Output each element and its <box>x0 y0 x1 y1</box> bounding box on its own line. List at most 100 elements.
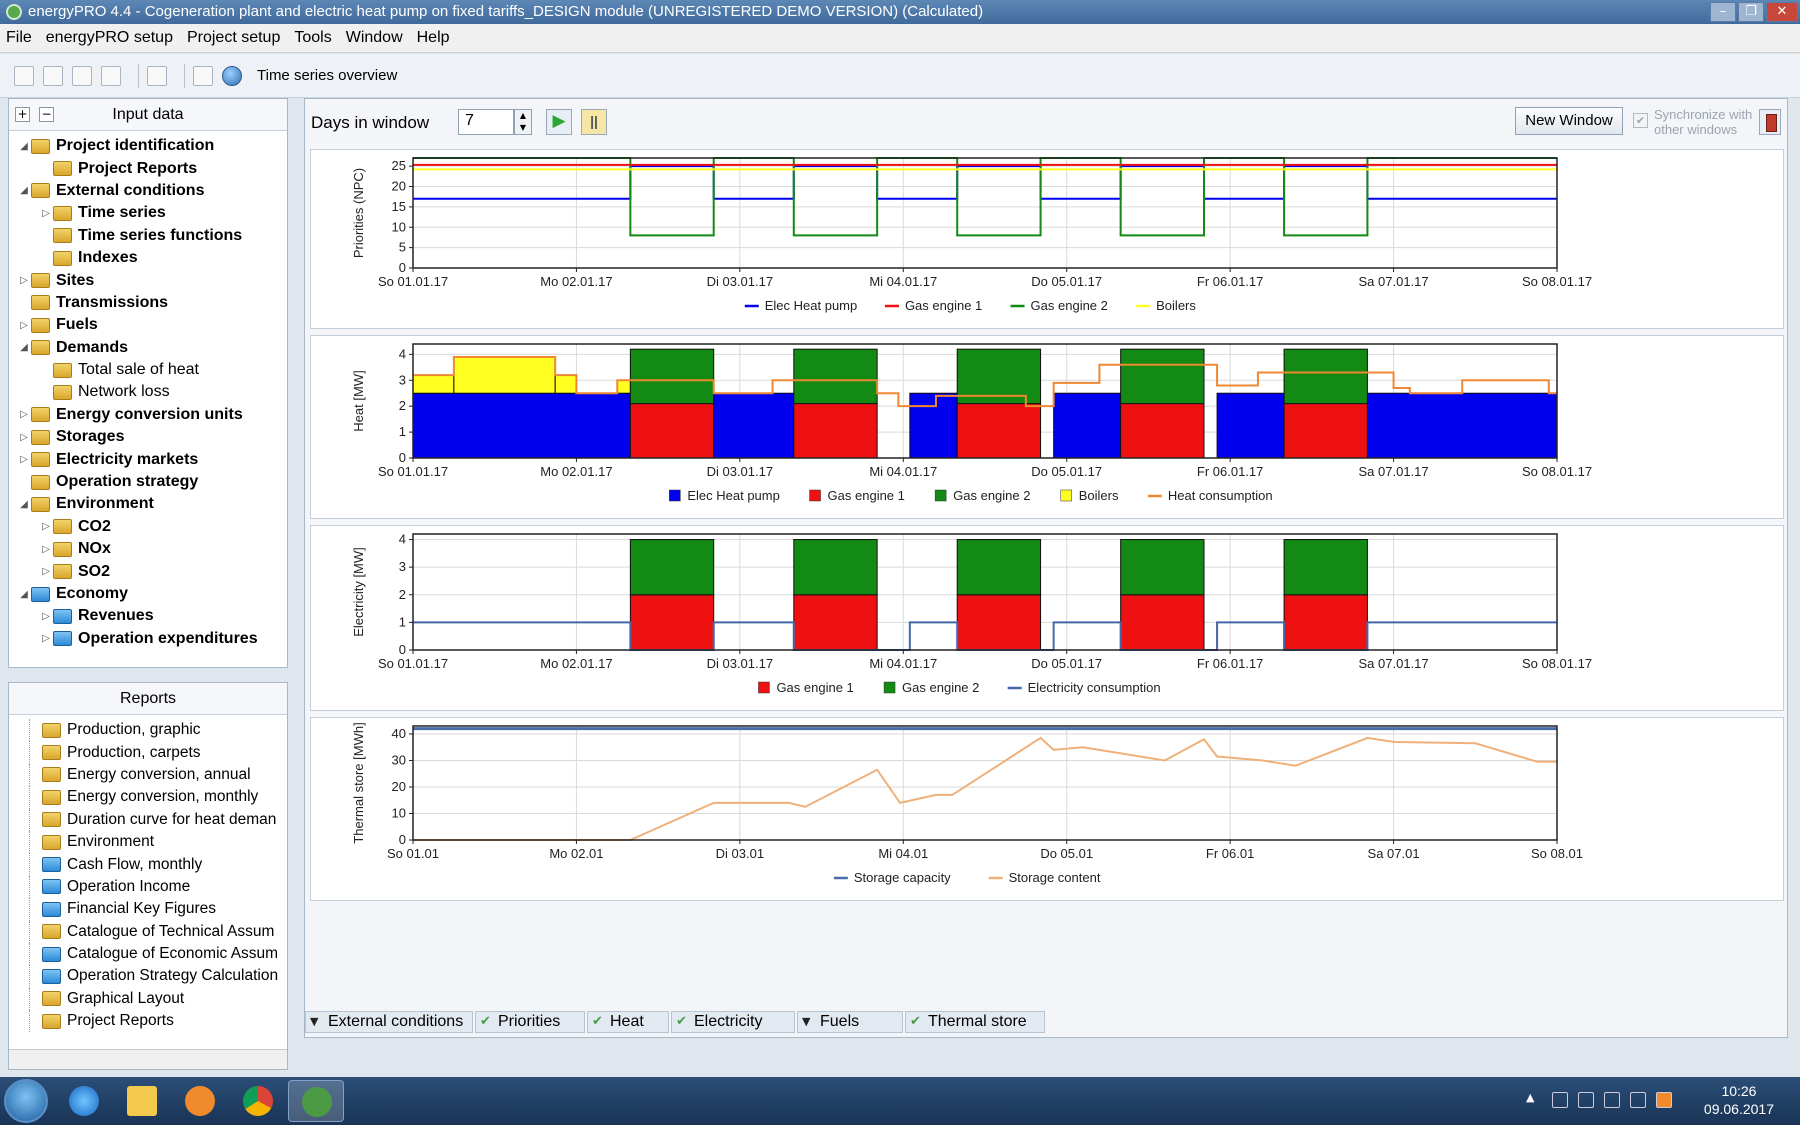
antivirus-icon[interactable] <box>1656 1092 1672 1108</box>
tree-item[interactable]: Project Reports <box>9 157 287 179</box>
tree-item[interactable]: ◢ Demands <box>9 337 287 359</box>
clock[interactable]: 10:26 09.06.2017 <box>1704 1082 1774 1118</box>
taskbar-energypro[interactable] <box>288 1080 344 1122</box>
report-item[interactable]: Operation Strategy Calculation <box>29 965 287 988</box>
taskbar-explorer[interactable] <box>114 1080 170 1122</box>
tree-item[interactable]: ▷ SO2 <box>9 560 287 582</box>
report-item[interactable]: Financial Key Figures <box>29 898 287 921</box>
collapse-arrow-icon[interactable]: ◢ <box>17 185 31 196</box>
tree-item[interactable]: ▷ Operation expenditures <box>9 628 287 650</box>
tree-item[interactable]: ▷ CO2 <box>9 516 287 538</box>
report-item[interactable]: Catalogue of Economic Assum <box>29 942 287 966</box>
expand-arrow-icon[interactable]: ▷ <box>39 544 53 555</box>
area-block-elec-heat-pump <box>909 392 958 459</box>
taskbar-ie[interactable] <box>56 1080 112 1122</box>
calculator-icon[interactable] <box>193 65 213 86</box>
report-item[interactable]: Project Reports <box>29 1010 287 1033</box>
synchronize-checkbox[interactable]: ✔ <box>1633 113 1648 128</box>
tree-item[interactable]: ◢ Environment <box>9 493 287 515</box>
expand-arrow-icon[interactable]: ▷ <box>39 521 53 532</box>
copy-icon[interactable] <box>147 65 167 86</box>
tree-item[interactable]: ◢ External conditions <box>9 180 287 202</box>
collapse-arrow-icon[interactable]: ◢ <box>17 589 31 600</box>
device-icon[interactable] <box>1578 1092 1594 1108</box>
tree-item[interactable]: ▷ Time series <box>9 202 287 224</box>
expand-arrow-icon[interactable]: ▷ <box>17 320 31 331</box>
expand-arrow-icon[interactable]: ▷ <box>39 566 53 577</box>
globe-icon[interactable] <box>222 65 242 86</box>
tree-item[interactable]: ▷ Sites <box>9 269 287 291</box>
report-item[interactable]: Duration curve for heat deman <box>29 808 287 831</box>
report-item[interactable]: Energy conversion, annual <box>29 763 287 787</box>
menu-window[interactable]: Window <box>346 29 403 47</box>
tree-item[interactable]: Transmissions <box>9 292 287 314</box>
menu-file[interactable]: File <box>6 29 32 47</box>
tree-item[interactable]: ▷ Energy conversion units <box>9 404 287 426</box>
report-item[interactable]: Cash Flow, monthly <box>29 853 287 876</box>
show-hidden-icons[interactable]: ▲ <box>1526 1091 1534 1104</box>
bottom-tab[interactable]: ✔ Priorities <box>475 1011 585 1033</box>
print-icon[interactable] <box>101 65 121 86</box>
days-in-window-input[interactable]: 7 <box>458 109 514 135</box>
network-icon[interactable] <box>1604 1092 1620 1108</box>
tree-item[interactable]: ▷ Electricity markets <box>9 448 287 470</box>
tree-item[interactable]: ▷ Storages <box>9 426 287 448</box>
bottom-tab[interactable]: ✔ Electricity <box>671 1011 795 1033</box>
collapse-all-button[interactable]: − <box>39 107 54 122</box>
expand-arrow-icon[interactable]: ▷ <box>17 409 31 420</box>
volume-icon[interactable] <box>1630 1092 1646 1108</box>
tree-item[interactable]: ▷ NOx <box>9 538 287 560</box>
report-item[interactable]: Catalogue of Technical Assum <box>29 920 287 943</box>
reports-horizontal-scrollbar[interactable] <box>9 1049 287 1069</box>
open-folder-icon[interactable] <box>43 65 63 86</box>
tree-item[interactable]: ▷ Fuels <box>9 314 287 336</box>
report-item[interactable]: Environment <box>29 830 287 854</box>
tree-item[interactable]: Indexes <box>9 247 287 269</box>
expand-arrow-icon[interactable]: ▷ <box>39 611 53 622</box>
expand-all-button[interactable]: + <box>15 107 30 122</box>
bottom-tab[interactable]: ✔ Thermal store <box>905 1011 1045 1033</box>
report-item[interactable]: Production, carpets <box>29 741 287 764</box>
bottom-tab[interactable]: ▼ External conditions <box>305 1011 473 1033</box>
play-button[interactable]: ▶ <box>546 109 572 135</box>
expand-arrow-icon[interactable]: ▷ <box>17 432 31 443</box>
report-item[interactable]: Graphical Layout <box>29 987 287 1011</box>
tree-item[interactable]: Time series functions <box>9 225 287 247</box>
taskbar-media[interactable] <box>172 1080 228 1122</box>
reports-panel: Reports Production, graphic Production, c… <box>8 682 288 1070</box>
tree-item[interactable]: Operation strategy <box>9 471 287 493</box>
menu-energypro-setup[interactable]: energyPRO setup <box>46 29 173 47</box>
bottom-tab[interactable]: ▼ Fuels <box>797 1011 903 1033</box>
exit-door-icon[interactable] <box>1759 109 1781 135</box>
expand-arrow-icon[interactable]: ▷ <box>39 208 53 219</box>
flag-icon[interactable] <box>1552 1092 1568 1108</box>
new-window-button[interactable]: New Window <box>1515 107 1623 135</box>
tree-item[interactable]: Total sale of heat <box>9 359 287 381</box>
menu-project-setup[interactable]: Project setup <box>187 29 280 47</box>
restore-button[interactable]: ❐ <box>1738 2 1764 22</box>
save-icon[interactable] <box>72 65 92 86</box>
menu-help[interactable]: Help <box>417 29 450 47</box>
collapse-arrow-icon[interactable]: ◢ <box>17 342 31 353</box>
days-spinner[interactable]: ▲ ▼ <box>514 109 532 135</box>
new-file-icon[interactable] <box>14 65 34 86</box>
tree-item[interactable]: ▷ Revenues <box>9 605 287 627</box>
expand-arrow-icon[interactable]: ▷ <box>39 633 53 644</box>
report-item[interactable]: Operation Income <box>29 875 287 899</box>
collapse-arrow-icon[interactable]: ◢ <box>17 499 31 510</box>
menu-tools[interactable]: Tools <box>294 29 331 47</box>
start-button[interactable] <box>4 1079 48 1123</box>
taskbar-chrome[interactable] <box>230 1080 286 1122</box>
tree-item[interactable]: ◢ Economy <box>9 583 287 605</box>
expand-arrow-icon[interactable]: ▷ <box>17 454 31 465</box>
minimize-button[interactable]: – <box>1710 2 1736 22</box>
close-button[interactable]: ✕ <box>1766 2 1798 22</box>
bottom-tab[interactable]: ✔ Heat <box>587 1011 669 1033</box>
tree-item[interactable]: ◢ Project identification <box>9 135 287 157</box>
collapse-arrow-icon[interactable]: ◢ <box>17 141 31 152</box>
report-item[interactable]: Energy conversion, monthly <box>29 786 287 809</box>
expand-arrow-icon[interactable]: ▷ <box>17 275 31 286</box>
tree-item[interactable]: Network loss <box>9 381 287 403</box>
pause-button[interactable]: || <box>581 109 607 135</box>
report-item[interactable]: Production, graphic <box>29 719 287 742</box>
